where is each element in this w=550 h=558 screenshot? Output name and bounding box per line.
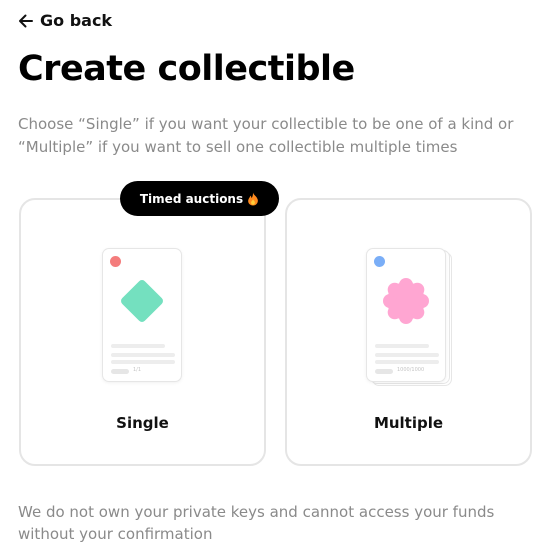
placeholder-line — [375, 353, 439, 357]
go-back-link[interactable]: Go back — [18, 11, 112, 30]
single-option-card[interactable]: 1/1 Single — [19, 198, 266, 466]
placeholder-line — [111, 360, 175, 364]
edition-count: 1/1 — [133, 367, 142, 373]
single-preview-card: 1/1 — [102, 248, 182, 382]
blue-dot-icon — [374, 256, 385, 267]
page-subtitle: Choose “Single” if you want your collect… — [18, 115, 514, 156]
timed-auctions-label: Timed auctions — [139, 191, 244, 206]
placeholder-pill — [111, 369, 129, 374]
flower-shape-icon — [383, 278, 429, 324]
red-dot-icon — [110, 256, 121, 267]
arrow-left-icon — [19, 14, 33, 27]
diamond-shape-icon — [121, 280, 163, 322]
go-back-label: Go back — [40, 11, 113, 30]
timed-auctions-badge: Timed auctions — [120, 181, 279, 216]
multiple-preview-card: 1000/1000 — [366, 248, 446, 382]
disclaimer-note: We do not own your private keys and cann… — [18, 503, 495, 543]
placeholder-line — [111, 344, 165, 348]
placeholder-pill — [375, 369, 393, 374]
placeholder-line — [375, 344, 429, 348]
placeholder-line — [111, 353, 175, 357]
page-title: Create collectible — [18, 49, 355, 89]
multiple-option-card[interactable]: 1000/1000 Multiple — [285, 198, 532, 466]
placeholder-line — [375, 360, 439, 364]
edition-count: 1000/1000 — [397, 367, 425, 373]
single-option-label: Single — [116, 414, 169, 432]
fire-icon — [248, 192, 258, 205]
multiple-option-label: Multiple — [373, 414, 444, 432]
